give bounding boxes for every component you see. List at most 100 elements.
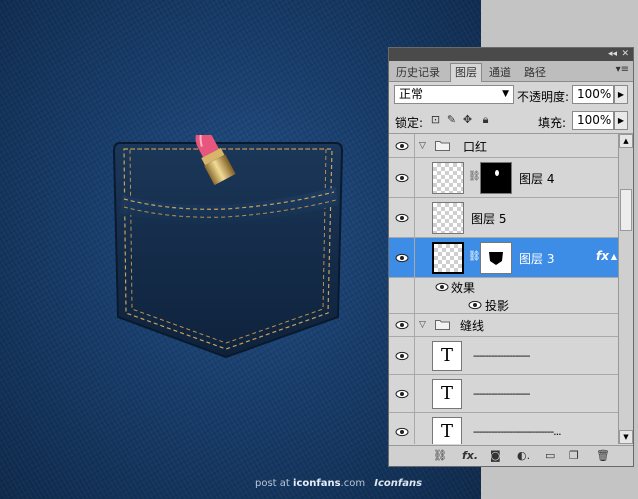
text-layer-3[interactable]: T ---------------------------...	[389, 413, 618, 444]
new-layer-icon[interactable]: ❐	[569, 449, 579, 463]
lock-label: 锁定:	[395, 116, 424, 130]
layer-name: 图层 5	[471, 212, 507, 226]
adjustment-layer-icon[interactable]: ◐.	[517, 449, 530, 463]
watermark-logo: Iconfans	[374, 478, 423, 489]
panel-menu-icon[interactable]: ▾≡	[616, 64, 629, 75]
layer-group-stitch[interactable]: ▽ 缝线	[389, 314, 618, 337]
text-layer-2[interactable]: T -------------------	[389, 375, 618, 413]
add-style-icon[interactable]: fx.	[462, 449, 478, 463]
divider	[414, 198, 415, 237]
divider	[414, 238, 415, 277]
expand-triangle-icon[interactable]: ▽	[419, 141, 426, 151]
divider	[414, 134, 415, 157]
watermark-suffix: .com	[340, 478, 366, 489]
layer-name: -------------------	[473, 387, 530, 400]
delete-layer-icon[interactable]: 🗑︎	[596, 449, 610, 463]
group-name: 口红	[463, 140, 488, 154]
fill-label: 填充:	[538, 116, 567, 130]
layer-name: 图层 3	[519, 252, 555, 266]
layers-scrollbar[interactable]: ▲ ▼	[618, 134, 633, 444]
layer-5[interactable]: 图层 5	[389, 198, 618, 238]
link-icon: ⛓	[468, 251, 481, 262]
layers-list: ▽ 口红 ⛓ 图层 4 图层 5 ⛓ 图层 3 fx ▲ 效果 投影 ▽ 缝线 …	[389, 134, 618, 444]
drop-shadow-row[interactable]: 投影	[389, 296, 618, 314]
expand-effects-icon[interactable]: ▲	[611, 252, 617, 261]
tab-history[interactable]: 历史记录	[392, 64, 444, 81]
divider	[414, 158, 415, 197]
eye-icon[interactable]	[435, 282, 449, 292]
divider	[414, 413, 415, 444]
expand-triangle-icon[interactable]: ▽	[419, 320, 426, 330]
eye-icon[interactable]	[395, 427, 409, 437]
lock-all-icon[interactable]: 🔒︎	[480, 114, 491, 125]
layer-4[interactable]: ⛓ 图层 4	[389, 158, 618, 198]
folder-icon	[435, 320, 450, 330]
eye-icon[interactable]	[395, 320, 409, 330]
folder-icon	[435, 141, 450, 151]
panel-tabs: 历史记录 图层 通道 路径 ▾≡	[389, 61, 633, 82]
layer-effects-icon[interactable]: fx	[596, 249, 609, 263]
tab-paths[interactable]: 路径	[520, 64, 550, 81]
tab-layers[interactable]: 图层	[450, 63, 482, 82]
link-icon: ⛓	[468, 171, 481, 182]
divider	[414, 296, 415, 313]
eye-icon[interactable]	[468, 300, 482, 310]
text-layer-icon: T	[432, 379, 462, 409]
layer-thumbnail	[432, 162, 464, 194]
eye-icon[interactable]	[395, 389, 409, 399]
eye-icon[interactable]	[395, 253, 409, 263]
eye-icon[interactable]	[395, 173, 409, 183]
scroll-up-icon[interactable]: ▲	[619, 134, 633, 148]
new-group-icon[interactable]: ▭	[545, 449, 555, 463]
opacity-slider-arrow-icon[interactable]: ▶	[614, 85, 628, 104]
layer-thumbnail	[432, 202, 464, 234]
layer-mask-thumbnail[interactable]	[480, 162, 512, 194]
panel-footer: ⛓ fx. ◙ ◐. ▭ ❐ 🗑︎	[389, 445, 633, 466]
panel-titlebar[interactable]: ◂◂ ✕	[389, 48, 633, 61]
tab-channels[interactable]: 通道	[485, 64, 515, 81]
watermark-prefix: post at	[255, 478, 290, 489]
fill-input[interactable]: 100%	[572, 111, 614, 130]
scroll-thumb[interactable]	[620, 189, 632, 231]
layer-name: 图层 4	[519, 172, 555, 186]
blend-row: 正常 ▼ 不透明度: 100% ▶	[389, 82, 633, 108]
divider	[414, 375, 415, 412]
text-layer-1[interactable]: T -------------------	[389, 337, 618, 375]
blend-mode-value: 正常	[399, 87, 424, 101]
layer-3[interactable]: ⛓ 图层 3 fx ▲	[389, 238, 618, 278]
divider	[414, 278, 415, 296]
text-layer-icon: T	[432, 341, 462, 371]
collapse-icon[interactable]: ◂◂	[608, 48, 617, 61]
lock-transparency-icon[interactable]: ⊡	[430, 114, 441, 125]
fill-slider-arrow-icon[interactable]: ▶	[614, 111, 628, 130]
layer-name: ---------------------------...	[473, 425, 562, 438]
divider	[414, 337, 415, 374]
group-name: 缝线	[460, 319, 485, 333]
blend-mode-select[interactable]: 正常 ▼	[394, 85, 514, 104]
lock-row: 锁定: ⊡ ✎ ✥ 🔒︎ 填充: 100% ▶	[389, 108, 633, 134]
eye-icon[interactable]	[395, 351, 409, 361]
watermark-site: iconfans	[293, 478, 341, 489]
layer-mask-thumbnail[interactable]	[480, 242, 512, 274]
close-icon[interactable]: ✕	[621, 48, 629, 61]
opacity-label: 不透明度:	[517, 90, 570, 104]
layer-effects-row[interactable]: 效果	[389, 278, 618, 296]
eye-icon[interactable]	[395, 213, 409, 223]
lock-position-icon[interactable]: ✥	[462, 114, 473, 125]
layer-name: -------------------	[473, 349, 530, 362]
layers-panel: ◂◂ ✕ 历史记录 图层 通道 路径 ▾≡ 正常 ▼ 不透明度: 100% ▶ …	[388, 47, 634, 467]
link-layers-icon[interactable]: ⛓	[433, 449, 447, 463]
add-mask-icon[interactable]: ◙	[490, 449, 501, 463]
lock-pixels-icon[interactable]: ✎	[446, 114, 457, 125]
eye-icon[interactable]	[395, 141, 409, 151]
watermark: post at iconfans.com Iconfans	[255, 478, 422, 489]
scroll-down-icon[interactable]: ▼	[619, 430, 633, 444]
layer-group-lipstick[interactable]: ▽ 口红	[389, 134, 618, 158]
divider	[414, 314, 415, 336]
text-layer-icon: T	[432, 417, 462, 444]
layer-thumbnail	[432, 242, 464, 274]
drop-shadow-label: 投影	[485, 299, 510, 313]
effects-label: 效果	[451, 281, 476, 295]
opacity-input[interactable]: 100%	[572, 85, 614, 104]
chevron-down-icon: ▼	[502, 89, 509, 99]
